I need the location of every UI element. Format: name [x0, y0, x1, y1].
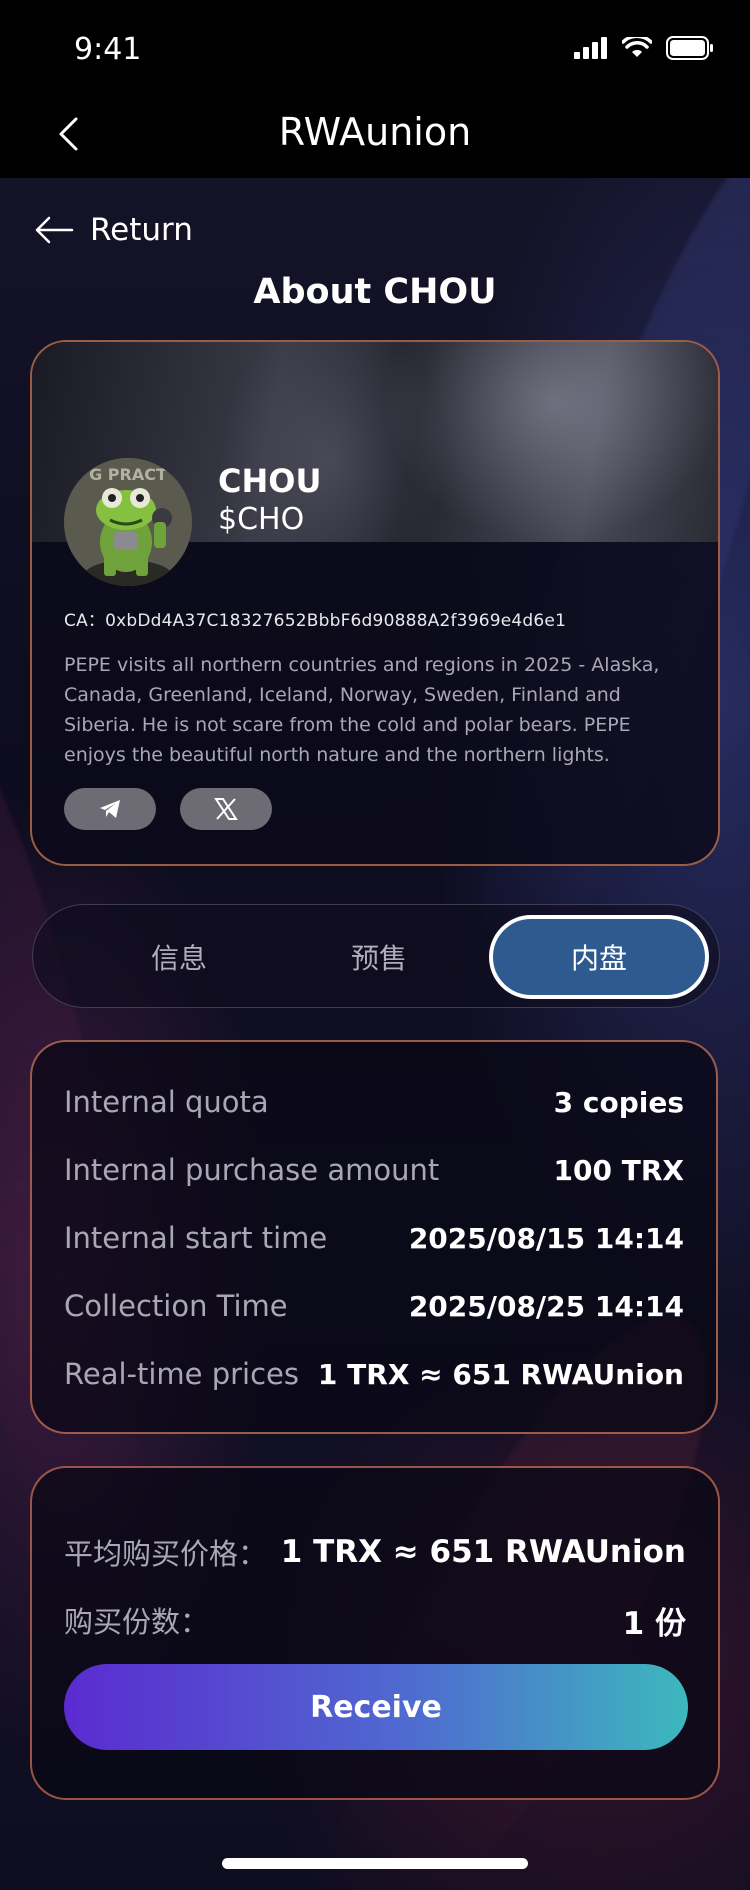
receive-button[interactable]: Receive — [64, 1664, 688, 1750]
info-row-realtime-price: Real-time prices 1 TRX ≈ 651 RWAUnion — [64, 1354, 684, 1394]
internal-info-card: Internal quota 3 copies Internal purchas… — [30, 1040, 718, 1434]
info-value: 3 copies — [553, 1085, 684, 1119]
purchase-card: 平均购买价格： 1 TRX ≈ 651 RWAUnion 购买份数： 1 份 R… — [30, 1466, 720, 1800]
tab-info[interactable]: 信息 — [69, 915, 289, 999]
info-label: Internal start time — [64, 1221, 328, 1255]
token-card: G PRACT CHOU $CHO CA：0xbDd4A37C18327652B… — [30, 340, 720, 866]
return-button[interactable]: Return — [34, 212, 193, 248]
info-label: Collection Time — [64, 1289, 288, 1323]
tab-internal[interactable]: 内盘 — [489, 915, 709, 999]
info-value: 100 TRX — [553, 1153, 684, 1187]
x-button[interactable] — [180, 788, 272, 830]
info-row-collection-time: Collection Time 2025/08/25 14:14 — [64, 1286, 684, 1326]
frog-avatar-image: G PRACT — [64, 458, 192, 586]
nav-bar: RWAunion — [0, 96, 750, 178]
avg-price-value: 1 TRX ≈ 651 RWAUnion — [280, 1534, 686, 1570]
signal-icon — [574, 37, 607, 59]
copies-value: 1 份 — [622, 1605, 686, 1642]
token-avatar: G PRACT — [64, 458, 192, 586]
info-value: 2025/08/15 14:14 — [408, 1221, 684, 1255]
info-value: 2025/08/25 14:14 — [408, 1289, 684, 1323]
wifi-icon — [622, 37, 652, 57]
info-value: 1 TRX ≈ 651 RWAUnion — [317, 1357, 684, 1391]
status-icons — [574, 36, 714, 60]
info-row-start-time: Internal start time 2025/08/15 14:14 — [64, 1218, 684, 1258]
tab-presale[interactable]: 预售 — [269, 915, 489, 999]
info-row-amount: Internal purchase amount 100 TRX — [64, 1150, 684, 1190]
token-description: PEPE visits all northern countries and r… — [64, 654, 660, 766]
telegram-icon — [100, 800, 120, 818]
return-label: Return — [90, 212, 193, 248]
svg-text:G PRACT: G PRACT — [89, 465, 167, 484]
tab-bar: 信息 预售 内盘 — [32, 904, 720, 1008]
x-icon — [214, 798, 238, 820]
page-title: About CHOU — [253, 272, 497, 312]
copies-row: 购买份数： 1 份 — [64, 1598, 686, 1642]
info-label: Internal purchase amount — [64, 1153, 440, 1187]
nav-title: RWAunion — [278, 110, 472, 154]
arrow-left-icon — [35, 216, 74, 244]
token-name: CHOU — [218, 462, 322, 500]
status-time: 9:41 — [74, 32, 142, 67]
info-label: Real-time prices — [64, 1357, 300, 1391]
info-row-quota: Internal quota 3 copies — [64, 1082, 684, 1122]
copies-label: 购买份数： — [64, 1605, 210, 1639]
battery-icon — [666, 36, 713, 60]
status-bar: 9:41 — [0, 0, 750, 96]
info-label: Internal quota — [64, 1085, 269, 1119]
avg-price-row: 平均购买价格： 1 TRX ≈ 651 RWAUnion — [64, 1530, 686, 1574]
contract-address[interactable]: CA：0xbDd4A37C18327652BbbF6d90888A2f3969e… — [64, 606, 566, 631]
telegram-button[interactable] — [64, 788, 156, 830]
token-symbol: $CHO — [218, 502, 305, 537]
home-indicator — [222, 1858, 528, 1869]
avg-price-label: 平均购买价格： — [64, 1537, 268, 1571]
